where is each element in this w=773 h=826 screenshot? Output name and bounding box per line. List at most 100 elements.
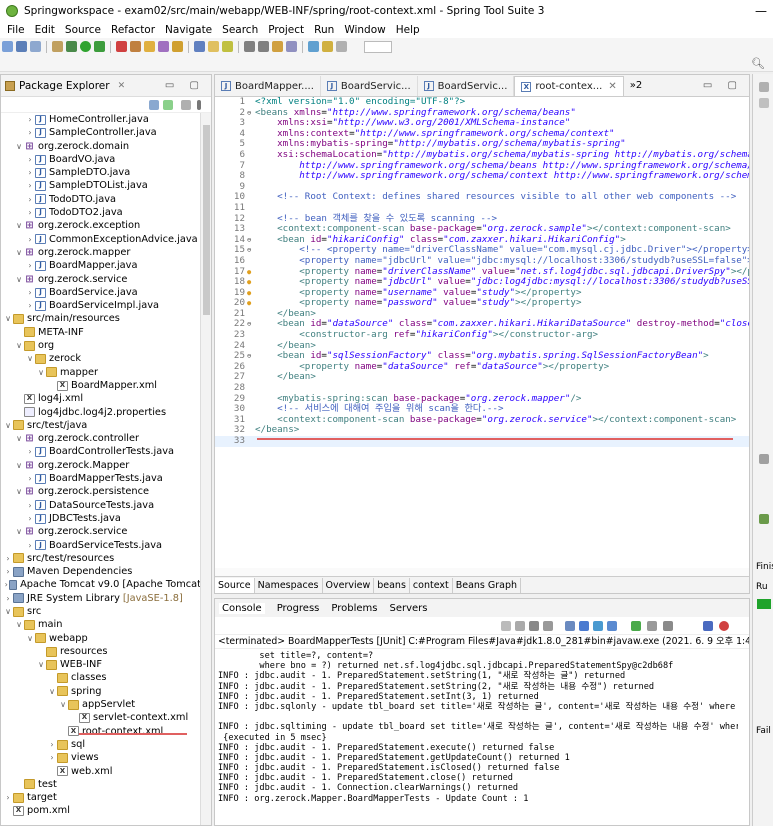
chevron-down-icon[interactable]: ∨	[14, 618, 24, 631]
chevron-right-icon[interactable]: ›	[25, 233, 35, 246]
view-menu-icon[interactable]	[197, 100, 201, 110]
tree-item[interactable]: X BoardMapper.xml	[1, 379, 201, 392]
chevron-right-icon[interactable]: ›	[25, 512, 35, 525]
task-list-icon[interactable]	[759, 98, 769, 108]
tree-item[interactable]: › J HomeController.java	[1, 113, 201, 126]
editor-view-controls[interactable]: ▭ ▢	[703, 80, 743, 91]
console-tab-problems[interactable]: Problems	[331, 603, 377, 614]
chevron-right-icon[interactable]: ›	[25, 126, 35, 139]
editor-page-tab-beans-graph[interactable]: Beans Graph	[453, 577, 522, 593]
tree-item[interactable]: ∨ WEB-INF	[1, 658, 201, 671]
remove-launch-icon[interactable]	[515, 621, 525, 631]
chevron-right-icon[interactable]: ›	[3, 565, 13, 578]
tree-item[interactable]: ∨ org	[1, 339, 201, 352]
tree-item[interactable]: Xservlet-context.xml	[1, 711, 201, 724]
back-icon[interactable]	[272, 41, 283, 52]
console-tab-console[interactable]: Console	[219, 602, 265, 614]
tree-item[interactable]: test	[1, 778, 201, 791]
server-start-icon[interactable]	[116, 41, 127, 52]
spring-icon[interactable]	[322, 41, 333, 52]
tree-item[interactable]: ∨ ⊞ org.zerock.service	[1, 525, 201, 538]
tree-item[interactable]: ∨ zerock	[1, 352, 201, 365]
menu-window[interactable]: Window	[339, 24, 390, 36]
chevron-right-icon[interactable]: ›	[47, 738, 57, 751]
chevron-down-icon[interactable]: ∨	[58, 698, 68, 711]
tree-item[interactable]: › J TodoDTO2.java	[1, 206, 201, 219]
chevron-down-icon[interactable]: ∨	[14, 339, 24, 352]
mark-occurrences-icon[interactable]	[222, 41, 233, 52]
show-on-error-icon[interactable]	[607, 621, 617, 631]
editor-page-tab-namespaces[interactable]: Namespaces	[255, 577, 323, 593]
chevron-down-icon[interactable]: ∨	[25, 352, 35, 365]
next-annotation-icon[interactable]	[244, 41, 255, 52]
tree-item[interactable]: › J DataSourceTests.java	[1, 499, 201, 512]
chevron-down-icon[interactable]: ∨	[14, 246, 24, 259]
chevron-down-icon[interactable]: ∨	[14, 525, 24, 538]
tree-item[interactable]: › sql	[1, 738, 201, 751]
chevron-right-icon[interactable]: ›	[25, 166, 35, 179]
scroll-lock-icon[interactable]	[565, 621, 575, 631]
tree-item[interactable]: ∨ mapper	[1, 366, 201, 379]
chevron-down-icon[interactable]: ∨	[14, 273, 24, 286]
tree-item[interactable]: ∨ src/main/resources	[1, 312, 201, 325]
chevron-down-icon[interactable]: ∨	[36, 658, 46, 671]
coverage-icon[interactable]	[94, 41, 105, 52]
tree-item[interactable]: › target	[1, 791, 201, 804]
chevron-right-icon[interactable]: ›	[25, 499, 35, 512]
chevron-right-icon[interactable]: ›	[25, 299, 35, 312]
chevron-down-icon[interactable]: ∨	[3, 605, 13, 618]
tab-overflow[interactable]: »2	[624, 76, 648, 96]
chevron-down-icon[interactable]: ∨	[25, 632, 35, 645]
new-icon[interactable]	[2, 41, 13, 52]
tree-item[interactable]: › J JDBCTests.java	[1, 512, 201, 525]
open-type-icon[interactable]	[172, 41, 183, 52]
tree-item[interactable]: › J SampleDTO.java	[1, 166, 201, 179]
chevron-right-icon[interactable]: ›	[25, 259, 35, 272]
chevron-right-icon[interactable]: ›	[3, 791, 13, 804]
prev-annotation-icon[interactable]	[258, 41, 269, 52]
perspective-icon[interactable]	[308, 41, 319, 52]
tree-item[interactable]: › views	[1, 751, 201, 764]
chevron-down-icon[interactable]: ∨	[14, 140, 24, 153]
tree-item[interactable]: Xweb.xml	[1, 765, 201, 778]
collapse-all-icon[interactable]	[149, 100, 159, 110]
package-explorer-tab[interactable]: Package Explorer ✕ ▭ ▢	[1, 75, 211, 97]
tree-item[interactable]: › JRE System Library [JavaSE-1.8]	[1, 592, 201, 605]
chevron-down-icon[interactable]: ∨	[14, 485, 24, 498]
menu-refactor[interactable]: Refactor	[106, 24, 160, 36]
tree-item[interactable]: › src/test/resources	[1, 552, 201, 565]
show-on-output-icon[interactable]	[593, 621, 603, 631]
tree-item[interactable]: › J BoardControllerTests.java	[1, 445, 201, 458]
new-java-icon[interactable]	[144, 41, 155, 52]
explorer-scrollbar[interactable]	[200, 113, 211, 825]
editor-hscroll[interactable]	[215, 568, 749, 576]
chevron-right-icon[interactable]: ›	[25, 179, 35, 192]
tree-item[interactable]: ∨ webapp	[1, 632, 201, 645]
annotation-icon[interactable]	[208, 41, 219, 52]
chevron-down-icon[interactable]: ∨	[14, 219, 24, 232]
tree-item[interactable]: › Maven Dependencies	[1, 565, 201, 578]
debug-icon[interactable]	[66, 41, 77, 52]
tree-item[interactable]: ∨ src/test/java	[1, 419, 201, 432]
open-console-icon[interactable]	[663, 621, 673, 631]
tree-item[interactable]: Xpom.xml	[1, 804, 201, 817]
tree-item[interactable]: › J BoardService.java	[1, 286, 201, 299]
console-output[interactable]: set title=?, content=? where bno = ?) re…	[218, 651, 738, 817]
view-controls[interactable]: ▭ ▢	[165, 80, 205, 91]
chevron-right-icon[interactable]: ›	[3, 592, 13, 605]
chevron-down-icon[interactable]: ∨	[3, 419, 13, 432]
tree-item[interactable]: Xroot-context.xml	[1, 724, 201, 738]
tree-item[interactable]: resources	[1, 645, 201, 658]
code-area[interactable]: 1 <?xml version="1.0" encoding="UTF-8"?> 2…	[215, 97, 749, 575]
tree-item[interactable]: ∨ ⊞ org.zerock.service	[1, 273, 201, 286]
run-icon[interactable]	[80, 41, 91, 52]
clear-console-icon[interactable]	[543, 621, 553, 631]
tree-item[interactable]: ∨ appServlet	[1, 698, 201, 711]
tree-item[interactable]: › J BoardServiceImpl.java	[1, 299, 201, 312]
tree-item[interactable]: log4jdbc.log4j2.properties	[1, 406, 201, 419]
chevron-right-icon[interactable]: ›	[3, 552, 13, 565]
forward-icon[interactable]	[286, 41, 297, 52]
console-tab-servers[interactable]: Servers	[389, 603, 427, 614]
junit-icon[interactable]	[759, 514, 769, 524]
chevron-right-icon[interactable]: ›	[25, 113, 35, 126]
